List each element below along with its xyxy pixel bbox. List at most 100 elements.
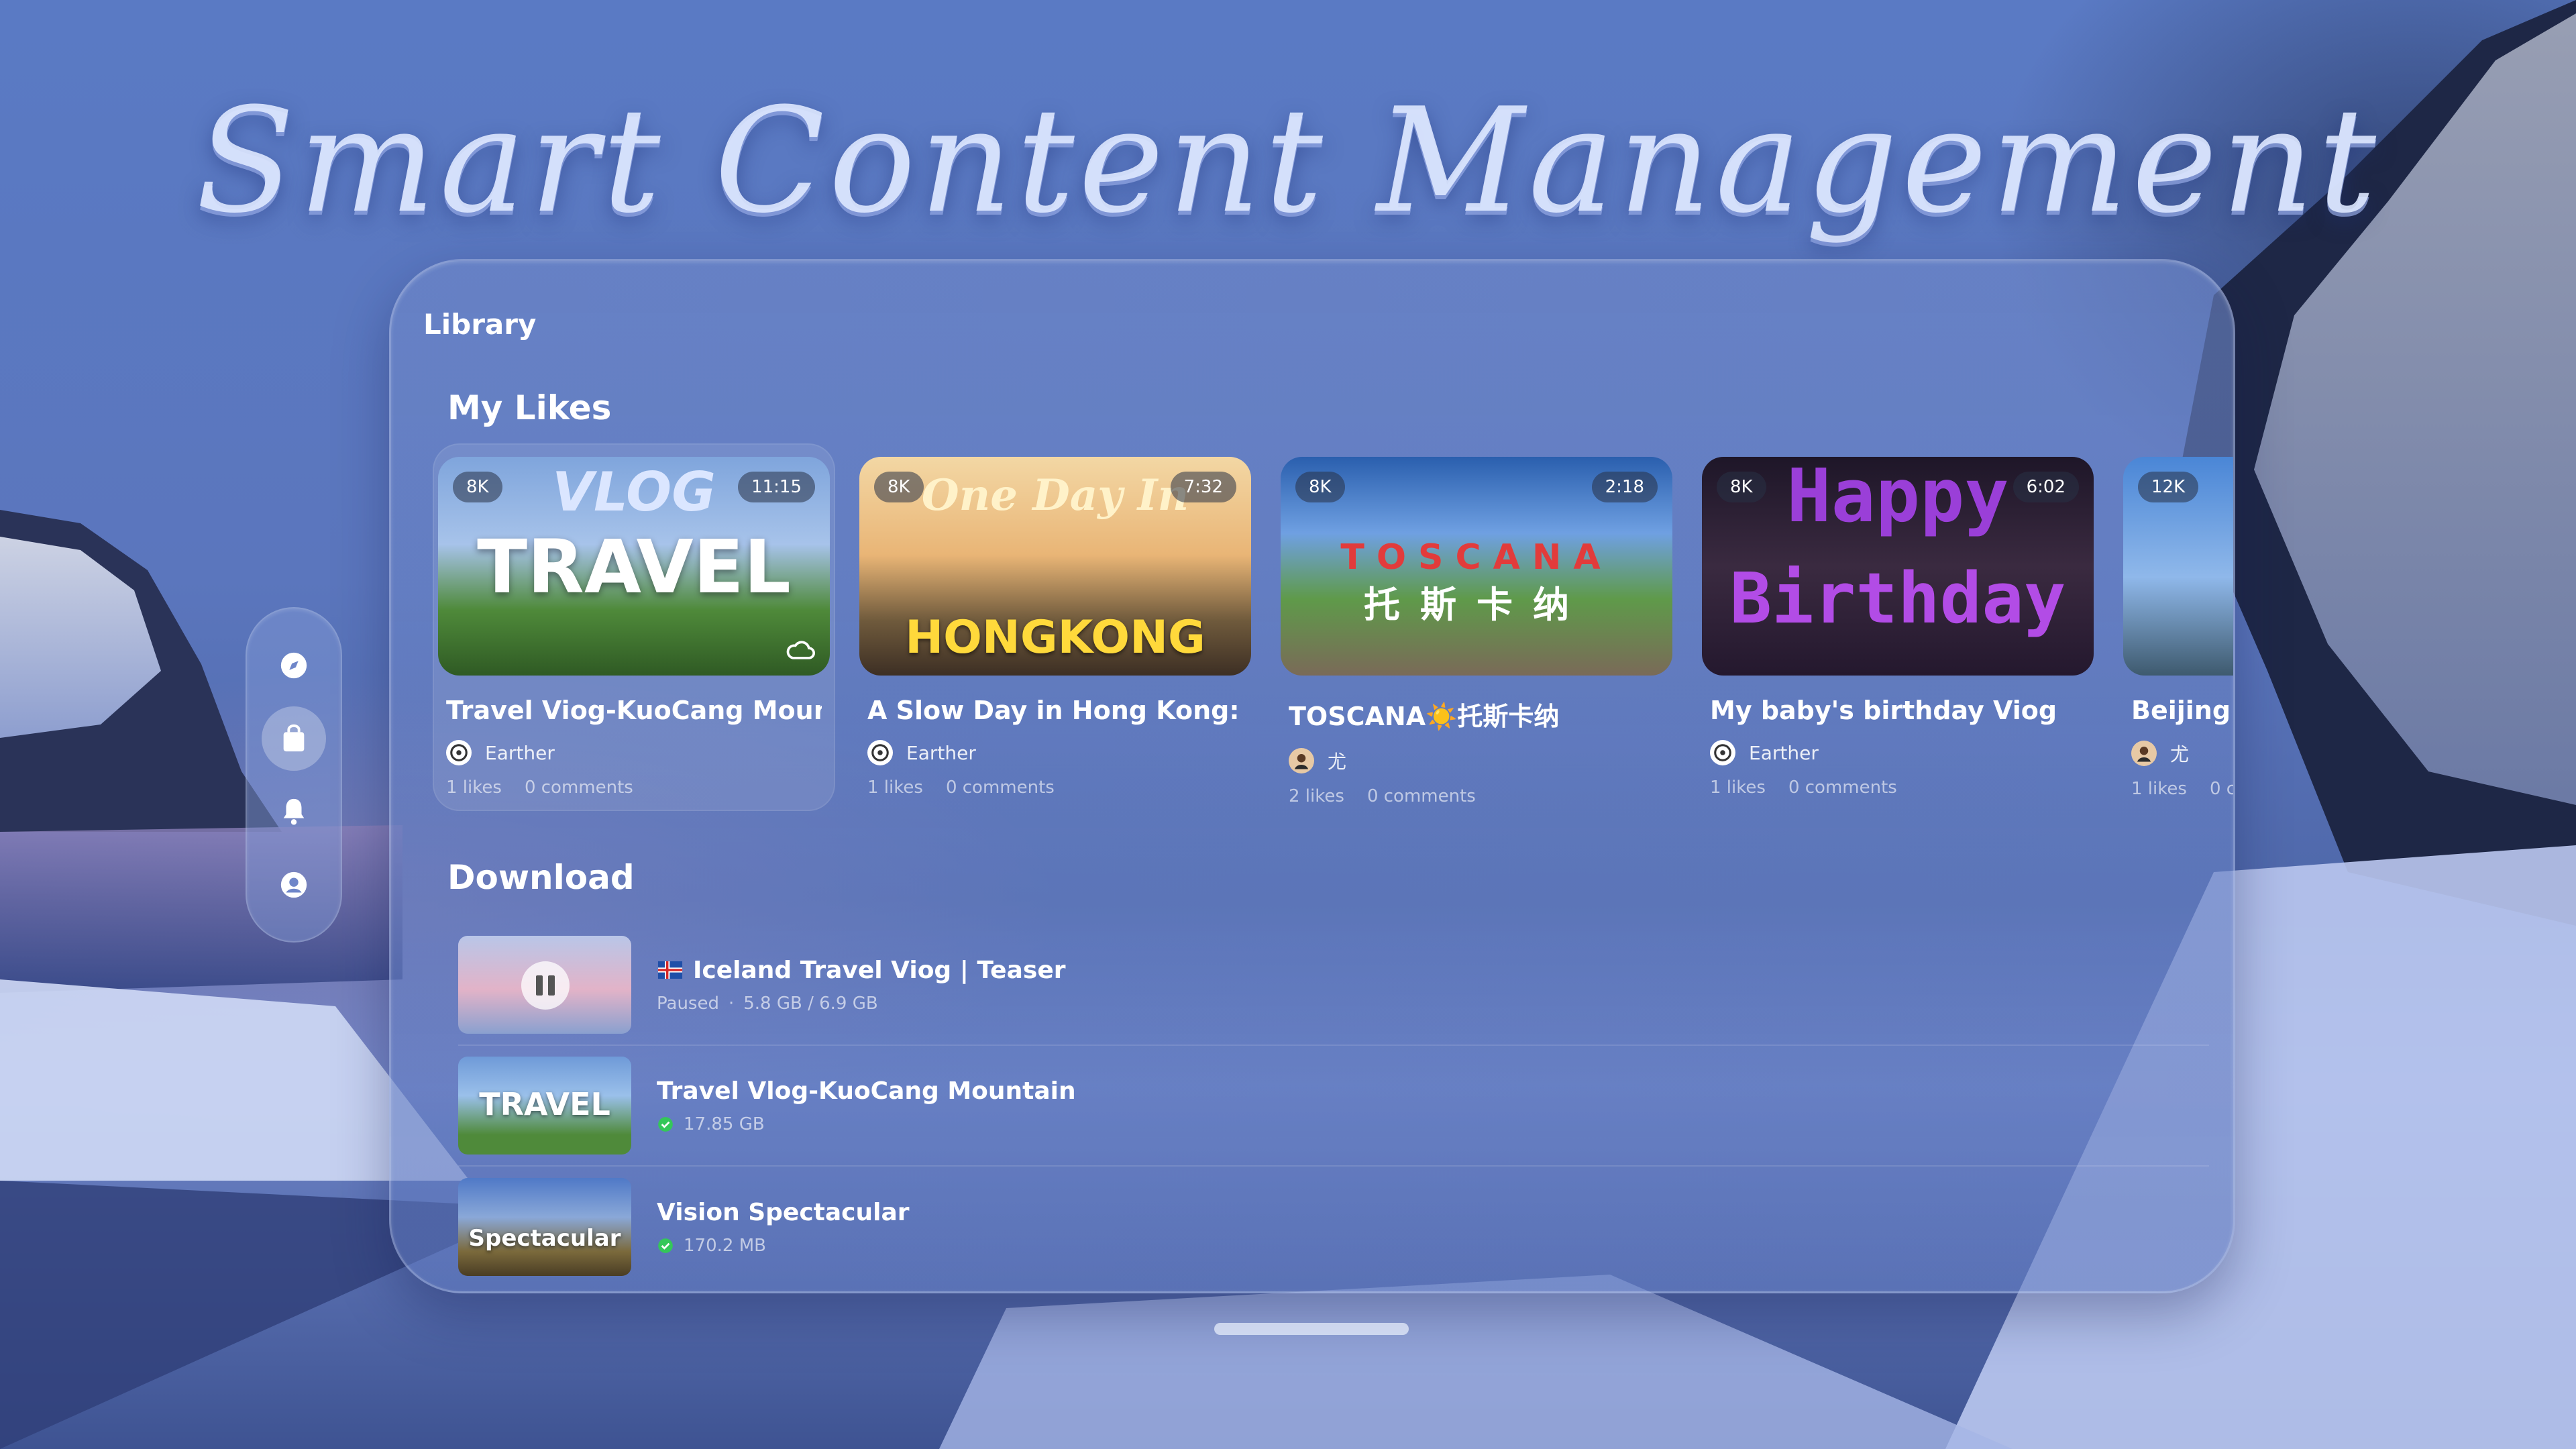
download-thumbnail: TRAVEL (458, 1057, 631, 1155)
library-panel: Library My Likes VLOG TRAVEL 8K 11:15 Tr… (389, 259, 2235, 1293)
home-indicator[interactable] (1214, 1323, 1409, 1335)
card-stats: 1 likes 0 comments (446, 777, 822, 798)
cloud-icon (786, 641, 815, 659)
thumbnail-title: Spectacular (468, 1225, 621, 1252)
compass-icon (280, 652, 307, 678)
download-item[interactable]: Iceland Travel Viog | Teaser Paused · 5.… (458, 925, 2209, 1046)
avatar (867, 740, 893, 765)
thumbnail-subtitle: 托斯卡纳 (1364, 584, 1589, 626)
video-title: Beijing (2131, 696, 2231, 725)
download-size: 170.2 MB (684, 1235, 766, 1256)
download-thumbnail: Spectacular (458, 1178, 631, 1276)
card-stats: 2 likes 0 comments (1289, 786, 1664, 806)
download-title: Vision Spectacular (657, 1198, 910, 1226)
thumbnail-title: HONGKONG (905, 611, 1205, 664)
comments-count: 0 comments (524, 777, 633, 798)
downloaded-check-icon (658, 1116, 673, 1132)
download-status: Paused (657, 993, 719, 1014)
video-card[interactable]: TOSCANA 托斯卡纳 8K 2:18 TOSCANA☀️托斯卡纳 尤 2 l… (1275, 443, 1678, 811)
video-title: TOSCANA☀️托斯卡纳 (1289, 702, 1560, 731)
likes-count: 1 likes (2131, 779, 2187, 799)
download-list: Iceland Travel Viog | Teaser Paused · 5.… (458, 925, 2209, 1287)
author-name: Earther (1749, 741, 1819, 764)
download-title: Iceland Travel Viog | Teaser (693, 956, 1066, 984)
thumbnail-title: TOSCANA (1340, 537, 1613, 578)
video-card[interactable]: Happy Birthday 8K 6:02 My baby's birthda… (1697, 443, 2099, 811)
separator-dot: · (728, 993, 735, 1014)
likes-carousel[interactable]: VLOG TRAVEL 8K 11:15 Travel Viog-KuoCang… (433, 443, 2235, 819)
video-thumbnail: Happy Birthday 8K 6:02 (1702, 457, 2094, 676)
avatar (1289, 748, 1314, 773)
bag-icon (283, 724, 305, 751)
person-avatar-icon (2137, 747, 2151, 762)
person-icon (280, 871, 307, 898)
avatar (446, 740, 472, 765)
iceland-flag-icon (657, 961, 683, 979)
author-name: Earther (485, 741, 555, 764)
download-heading: Download (447, 858, 635, 897)
likes-count: 2 likes (1289, 786, 1344, 806)
video-thumbnail: TOSCANA 托斯卡纳 8K 2:18 (1281, 457, 1672, 676)
avatar (1710, 740, 1735, 765)
avatar-logo-icon (1714, 744, 1731, 761)
comments-count: 0 comments (1366, 786, 1476, 806)
thumbnail-title: TRAVEL (479, 1086, 610, 1122)
duration-badge: 7:32 (1170, 472, 1236, 502)
card-stats: 1 likes 0 comments (1710, 777, 2086, 798)
comments-count: 0 c (2209, 779, 2235, 799)
resolution-badge: 8K (1295, 472, 1345, 502)
video-thumbnail: VLOG TRAVEL 8K 11:15 (438, 457, 830, 676)
video-card[interactable]: VLOG TRAVEL 8K 11:15 Travel Viog-KuoCang… (433, 443, 835, 811)
duration-badge: 2:18 (1591, 472, 1658, 502)
download-size: 17.85 GB (684, 1114, 765, 1134)
download-thumbnail (458, 936, 631, 1034)
video-card[interactable]: One Day In HONGKONG 8K 7:32 A Slow Day i… (854, 443, 1256, 811)
duration-badge: 6:02 (2012, 472, 2079, 502)
resolution-badge: 12K (2138, 472, 2199, 502)
download-item[interactable]: TRAVEL Travel Vlog-KuoCang Mountain 17.8… (458, 1046, 2209, 1167)
side-navigation (246, 607, 342, 943)
panel-title: Library (423, 308, 537, 341)
avatar (2131, 741, 2157, 766)
card-stats: 1 likes 0 c (2131, 779, 2235, 799)
likes-count: 1 likes (867, 777, 923, 798)
bell-icon (283, 798, 305, 825)
comments-count: 0 comments (945, 777, 1055, 798)
video-title: A Slow Day in Hong Kong: Oid B... (867, 696, 1243, 725)
nav-notifications-button[interactable] (262, 780, 326, 844)
author-row: Earther (867, 740, 1243, 765)
pause-icon (536, 975, 543, 996)
my-likes-heading: My Likes (447, 388, 612, 427)
resolution-badge: 8K (1717, 472, 1766, 502)
author-row: Earther (446, 740, 822, 765)
resolution-badge: 8K (453, 472, 502, 502)
nav-profile-button[interactable] (262, 853, 326, 917)
author-row: 尤 (1289, 747, 1664, 774)
pause-button[interactable] (521, 961, 570, 1010)
video-thumbnail: One Day In HONGKONG 8K 7:32 (859, 457, 1251, 676)
author-name: 尤 (1328, 751, 1347, 773)
comments-count: 0 comments (1788, 777, 1897, 798)
download-progress: 5.8 GB / 6.9 GB (743, 993, 878, 1014)
video-card[interactable]: 12K Beijing 尤 1 likes 0 c (2118, 443, 2235, 811)
resolution-badge: 8K (874, 472, 924, 502)
likes-count: 1 likes (1710, 777, 1766, 798)
video-title: My baby's birthday Viog (1710, 696, 2057, 725)
author-name: 尤 (2170, 743, 2190, 765)
author-row: 尤 (2131, 740, 2233, 767)
avatar-logo-icon (450, 744, 468, 761)
nav-explore-button[interactable] (262, 633, 326, 698)
video-title: Travel Viog-KuoCang Mountain (446, 696, 822, 725)
hero-title: Smart Content Management (196, 76, 2380, 245)
thumbnail-title: Birthday (1729, 557, 2066, 639)
likes-count: 1 likes (446, 777, 502, 798)
duration-badge: 11:15 (738, 472, 815, 502)
thumbnail-title: TRAVEL (477, 524, 791, 610)
download-title: Travel Vlog-KuoCang Mountain (657, 1077, 1076, 1105)
download-item[interactable]: Spectacular Vision Spectacular 170.2 MB (458, 1167, 2209, 1287)
nav-library-button[interactable] (262, 706, 326, 771)
author-row: Earther (1710, 740, 2086, 765)
card-stats: 1 likes 0 comments (867, 777, 1243, 798)
avatar-logo-icon (871, 744, 889, 761)
person-avatar-icon (1295, 754, 1308, 769)
